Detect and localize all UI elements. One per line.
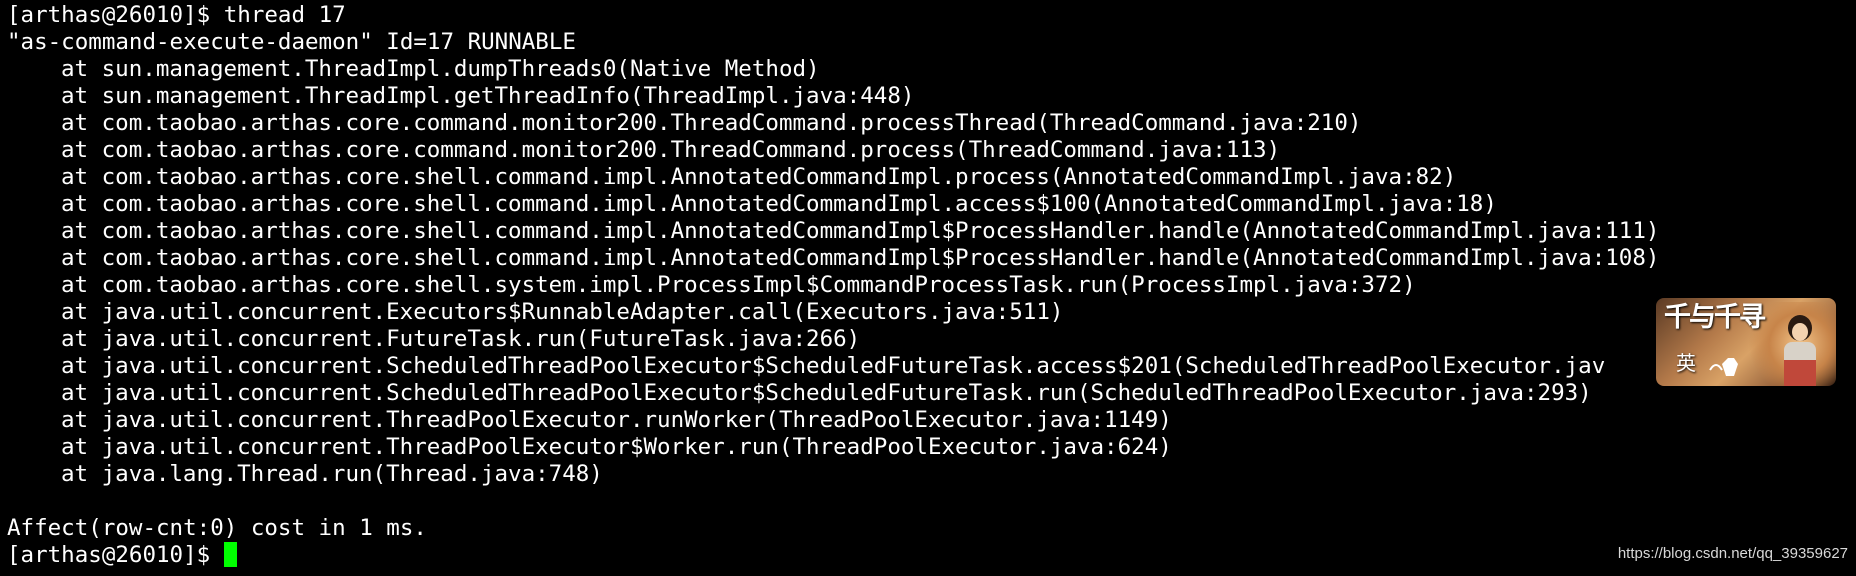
stack-frame: at com.taobao.arthas.core.shell.command.…: [61, 191, 1497, 217]
decorative-motif-icon: [1709, 358, 1738, 376]
stack-frame: at sun.management.ThreadImpl.getThreadIn…: [61, 83, 915, 109]
entered-command: thread 17: [223, 2, 346, 28]
stack-frame: at sun.management.ThreadImpl.dumpThreads…: [61, 56, 820, 82]
text-cursor: [223, 542, 237, 567]
command-summary: Affect(row-cnt:0) cost in 1 ms.: [7, 515, 427, 541]
stack-frame: at com.taobao.arthas.core.shell.command.…: [61, 218, 1660, 244]
stack-frame: at java.util.concurrent.ScheduledThreadP…: [61, 380, 1592, 406]
stack-frame: at java.util.concurrent.ScheduledThreadP…: [61, 353, 1606, 379]
stack-frame: at java.lang.Thread.run(Thread.java:748): [61, 461, 603, 487]
terminal-window[interactable]: [arthas@26010]$ thread 17 "as-command-ex…: [0, 0, 1856, 576]
stack-frame: at java.util.concurrent.FutureTask.run(F…: [61, 326, 861, 352]
movie-poster-thumbnail: 千与千寻 英: [1656, 298, 1836, 386]
shell-prompt: [arthas@26010]$: [7, 2, 224, 28]
stack-frame: at com.taobao.arthas.core.shell.command.…: [61, 164, 1457, 190]
stack-frame: at java.util.concurrent.ThreadPoolExecut…: [61, 407, 1172, 433]
thread-header: "as-command-execute-daemon" Id=17 RUNNAB…: [7, 29, 576, 55]
girl-figure-icon: [1784, 315, 1816, 386]
shell-prompt: [arthas@26010]$: [7, 542, 224, 568]
stack-frame: at com.taobao.arthas.core.shell.command.…: [61, 245, 1660, 271]
poster-title: 千与千寻: [1664, 302, 1766, 333]
stack-frame: at com.taobao.arthas.core.command.monito…: [61, 110, 1362, 136]
input-line[interactable]: [arthas@26010]$: [7, 542, 237, 569]
stack-frame: at com.taobao.arthas.core.command.monito…: [61, 137, 1281, 163]
stack-frame: at java.util.concurrent.Executors$Runnab…: [61, 299, 1064, 325]
stack-frame: at java.util.concurrent.ThreadPoolExecut…: [61, 434, 1172, 460]
command-line: [arthas@26010]$ thread 17: [7, 2, 346, 29]
watermark-url: https://blog.csdn.net/qq_39359627: [1617, 545, 1848, 562]
poster-subtitle: 英: [1676, 351, 1696, 375]
stack-frame: at com.taobao.arthas.core.shell.system.i…: [61, 272, 1416, 298]
